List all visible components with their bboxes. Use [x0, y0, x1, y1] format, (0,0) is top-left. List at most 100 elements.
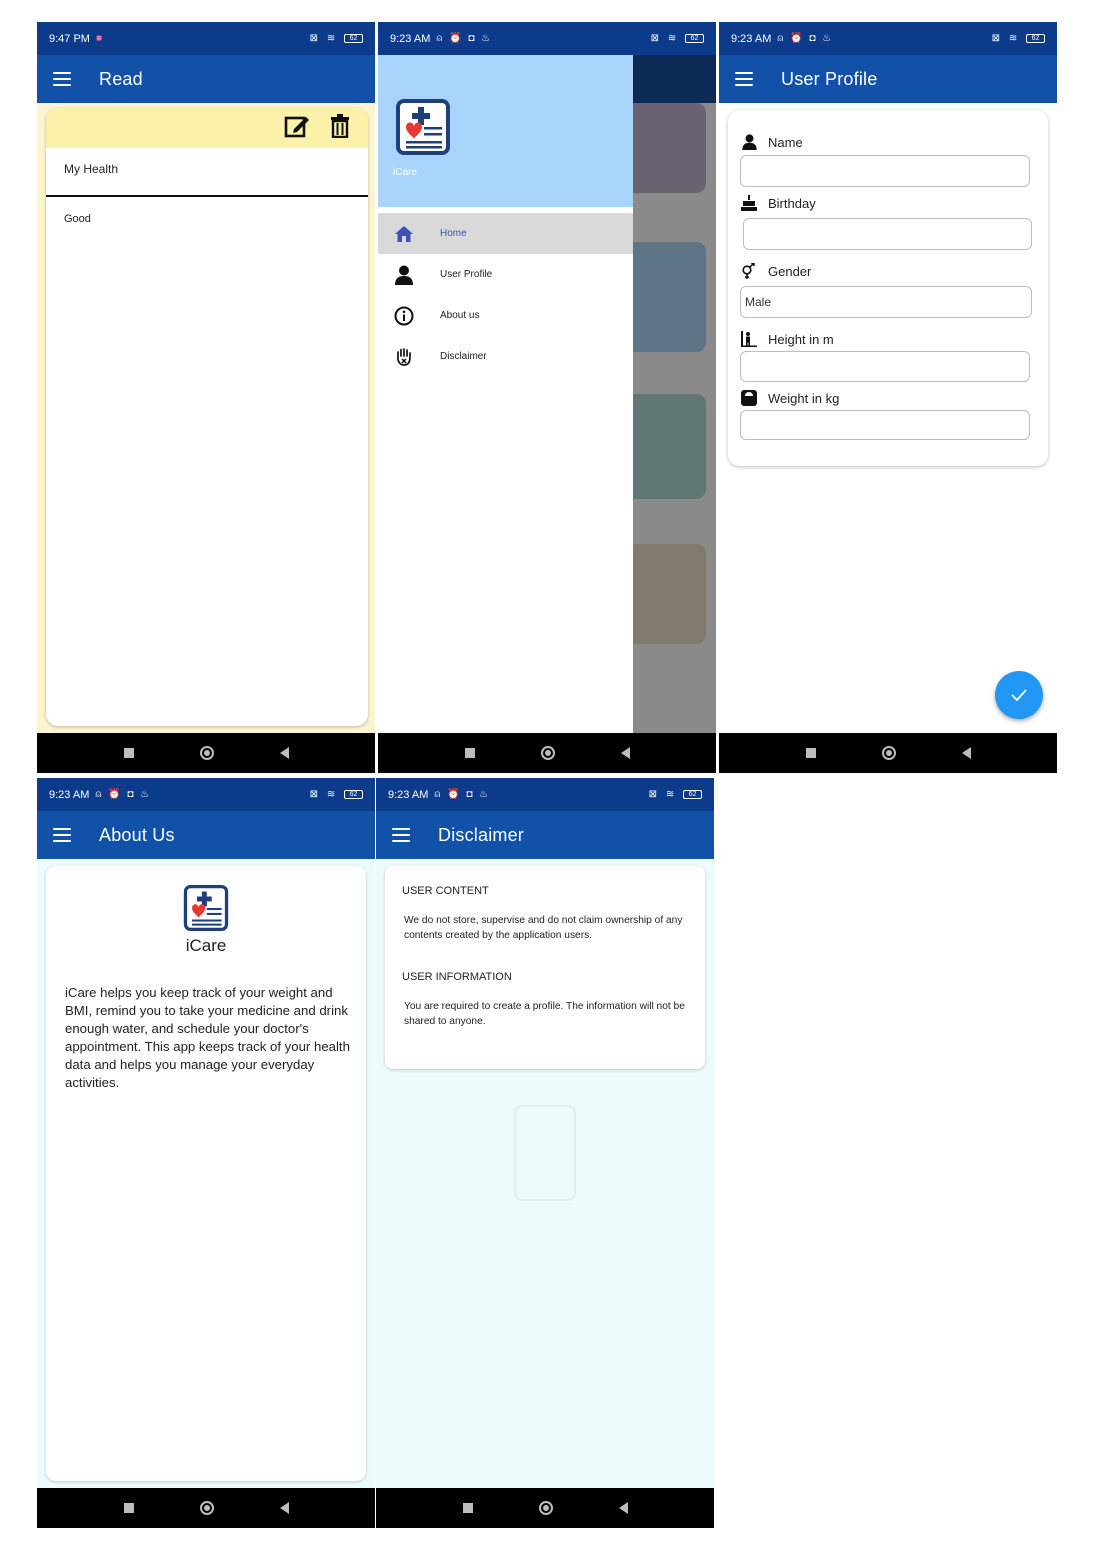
notification-icons: ⍝ ⏰ ◘ ♨ [95, 789, 152, 800]
page-title: About Us [99, 824, 175, 845]
dimmed-card [633, 103, 706, 193]
recents-button[interactable] [464, 748, 475, 758]
system-nav-bar [37, 1488, 375, 1528]
status-bar: 9:23 AM ⍝ ⏰ ◘ ♨ ⊠ ≋ 62 [37, 778, 375, 811]
menu-icon[interactable] [735, 72, 753, 86]
battery-icon: 62 [685, 33, 704, 43]
delete-icon[interactable] [330, 113, 350, 143]
drawer-header: iCare [378, 55, 633, 207]
battery-icon: 62 [1026, 33, 1045, 43]
name-field[interactable] [740, 155, 1030, 187]
back-button[interactable] [620, 747, 630, 759]
gender-field[interactable] [740, 286, 1032, 318]
gender-icon [741, 263, 757, 279]
battery-icon: 62 [344, 33, 363, 43]
field-label-text: Weight in kg [768, 390, 840, 406]
field-label-text: Gender [768, 263, 812, 279]
section-heading: USER INFORMATION [402, 971, 512, 983]
note-card: My Health Good [46, 108, 368, 726]
app-bar: Disclaimer [376, 811, 714, 859]
menu-item-user-profile[interactable]: User Profile [378, 254, 633, 295]
back-button[interactable] [961, 747, 971, 759]
height-field[interactable] [740, 351, 1030, 382]
status-time: 9:23 AM [731, 32, 772, 45]
back-button[interactable] [618, 1502, 628, 1514]
about-screen: 9:23 AM ⍝ ⏰ ◘ ♨ ⊠ ≋ 62 About Us iCare iC… [37, 778, 375, 1528]
page-title: Disclaimer [438, 824, 525, 845]
system-nav-bar [376, 1488, 714, 1528]
section-text: We do not store, supervise and do not cl… [404, 915, 683, 941]
home-icon [392, 222, 416, 246]
status-time: 9:47 PM [49, 32, 90, 45]
field-label-text: Height in m [768, 331, 834, 347]
save-button[interactable] [995, 671, 1043, 719]
disclaimer-card: USER CONTENT We do not store, supervise … [385, 866, 705, 1069]
cake-icon [741, 195, 757, 211]
home-button[interactable] [199, 1501, 214, 1515]
info-icon [392, 304, 416, 328]
profile-form: Name Birthday Gender Height in m Weight … [728, 110, 1048, 466]
home-button[interactable] [199, 746, 214, 760]
dimmed-card [633, 544, 706, 644]
recents-button[interactable] [805, 748, 816, 758]
drawer-app-name: iCare [393, 167, 417, 178]
home-button[interactable] [538, 1501, 553, 1515]
field-label-text: Birthday [768, 195, 816, 211]
app-bar: Read [37, 55, 375, 103]
menu-item-label: Home [440, 228, 467, 239]
section-text: You are required to create a profile. Th… [404, 1001, 685, 1027]
status-bar: 9:47 PM ■ ⊠ ≋ 62 [37, 22, 375, 55]
dimmed-app-bar [633, 55, 716, 103]
recents-button[interactable] [123, 1503, 134, 1513]
menu-icon[interactable] [53, 72, 71, 86]
note-title[interactable]: My Health [46, 148, 368, 197]
home-button[interactable] [881, 746, 896, 760]
system-nav-bar [719, 733, 1057, 773]
weight-field[interactable] [740, 410, 1030, 440]
menu-icon[interactable] [53, 828, 71, 842]
menu-item-label: User Profile [440, 269, 493, 280]
notification-icons: ⍝ ⏰ ◘ ♨ [434, 789, 491, 800]
battery-icon: 62 [683, 789, 702, 799]
about-card: iCare iCare helps you keep track of your… [46, 866, 366, 1481]
birthday-label: Birthday [741, 195, 816, 211]
menu-item-label: About us [440, 310, 480, 321]
field-label-text: Name [768, 134, 803, 150]
birthday-field[interactable] [743, 218, 1032, 250]
menu-item-about-us[interactable]: About us [378, 295, 633, 336]
section-heading: USER CONTENT [402, 885, 489, 897]
navigation-drawer: iCare Home User Profile About us Disclai… [378, 55, 633, 733]
scale-icon [741, 390, 757, 406]
drawer-screen: 9:23 AM ⍝ ⏰ ◘ ♨ ⊠ ≋ 62 iCare Home User P… [378, 22, 716, 773]
check-icon [1011, 689, 1027, 702]
disclaimer-screen: 9:23 AM ⍝ ⏰ ◘ ♨ ⊠ ≋ 62 Disclaimer USER C… [376, 778, 714, 1528]
recents-button[interactable] [462, 1503, 473, 1513]
dimmed-card [633, 394, 706, 499]
recents-button[interactable] [123, 748, 134, 758]
app-name: iCare [185, 936, 227, 955]
system-icons: ⊠ ≋ 62 [992, 33, 1045, 44]
back-button[interactable] [279, 1502, 289, 1514]
status-bar: 9:23 AM ⍝ ⏰ ◘ ♨ ⊠ ≋ 62 [719, 22, 1057, 55]
home-button[interactable] [540, 746, 555, 760]
edit-icon[interactable] [284, 114, 310, 143]
app-bar: About Us [37, 811, 375, 859]
page-title: Read [99, 68, 143, 89]
note-body[interactable]: Good [46, 197, 368, 241]
note-toolbar [46, 108, 368, 148]
gender-label: Gender [741, 263, 811, 279]
menu-item-label: Disclaimer [440, 351, 487, 362]
menu-item-home[interactable]: Home [378, 213, 633, 254]
dimmed-card [633, 242, 706, 352]
status-bar: 9:23 AM ⍝ ⏰ ◘ ♨ ⊠ ≋ 62 [378, 22, 716, 55]
menu-icon[interactable] [392, 828, 410, 842]
system-nav-bar [378, 733, 716, 773]
back-button[interactable] [279, 747, 289, 759]
notification-icon: ■ [95, 33, 105, 44]
app-bar: User Profile [719, 55, 1057, 103]
menu-item-disclaimer[interactable]: Disclaimer [378, 336, 633, 377]
height-icon [741, 331, 757, 347]
app-logo-icon [183, 885, 229, 936]
battery-icon: 62 [344, 789, 363, 799]
notification-icons: ⍝ ⏰ ◘ ♨ [777, 33, 834, 44]
